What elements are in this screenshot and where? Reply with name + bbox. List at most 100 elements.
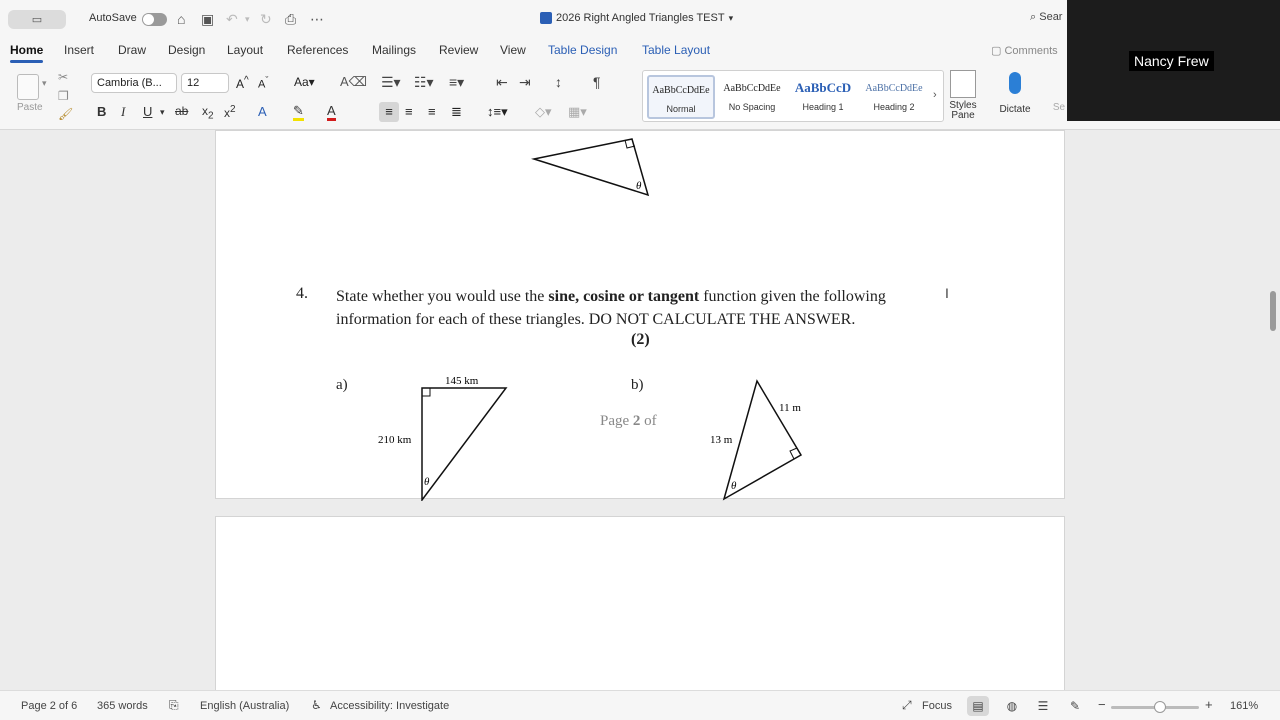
document-workspace[interactable]: θ 4. State whether you would use the sin… <box>0 130 1280 690</box>
tab-insert[interactable]: Insert <box>64 43 94 57</box>
copy-icon[interactable]: ❐ <box>58 89 69 103</box>
line-spacing-icon[interactable]: ↕≡▾ <box>487 104 508 120</box>
proofing-icon[interactable]: ⎘ <box>169 698 179 713</box>
save-icon[interactable]: ▣ <box>201 10 214 28</box>
print-layout-icon[interactable]: ▤ <box>967 696 989 716</box>
strikethrough-icon[interactable]: ab <box>175 104 188 118</box>
right-angle-marker <box>422 388 431 397</box>
autosave-toggle[interactable] <box>142 13 167 26</box>
tab-table-layout[interactable]: Table Layout <box>642 43 710 57</box>
styles-gallery: AaBbCcDdEe Normal AaBbCcDdEe No Spacing … <box>642 70 944 122</box>
paste-dropdown-icon[interactable]: ▾ <box>42 78 47 89</box>
zoom-level[interactable]: 161% <box>1230 700 1258 712</box>
home-icon[interactable]: ⌂ <box>177 10 185 28</box>
comments-button[interactable]: ▢ Comments <box>991 44 1058 57</box>
undo-icon[interactable]: ↶ <box>226 10 238 28</box>
style-heading-1[interactable]: AaBbCcD Heading 1 <box>789 75 857 119</box>
font-color-icon[interactable]: A <box>327 104 336 121</box>
redo-icon[interactable]: ↻ <box>260 10 272 28</box>
format-painter-icon[interactable]: 🖌 <box>58 107 73 121</box>
focus-icon: ⤢ <box>902 698 912 712</box>
paste-icon[interactable] <box>17 74 39 100</box>
tab-mailings[interactable]: Mailings <box>372 43 416 57</box>
print-icon[interactable]: ⎙ <box>285 10 296 28</box>
document-page[interactable]: θ 4. State whether you would use the sin… <box>215 130 1065 501</box>
style-no-spacing[interactable]: AaBbCcDdEe No Spacing <box>718 75 786 119</box>
tab-layout[interactable]: Layout <box>227 43 263 57</box>
search-icon: ⌕ <box>1030 11 1037 23</box>
triangle-figure-a: 145 km 210 km θ <box>378 375 508 501</box>
dictate-button[interactable]: Dictate <box>996 70 1034 115</box>
document-page-next[interactable] <box>215 516 1065 690</box>
underline-icon[interactable]: U <box>143 104 152 119</box>
bold-icon[interactable]: B <box>97 104 106 119</box>
tab-draw[interactable]: Draw <box>118 43 146 57</box>
sort-icon[interactable]: ↕ <box>555 74 562 90</box>
tab-review[interactable]: Review <box>439 43 478 57</box>
styles-pane-label: Styles Pane <box>949 100 977 121</box>
zoom-slider-thumb[interactable] <box>1154 701 1166 713</box>
style-name: Heading 1 <box>802 102 844 112</box>
outline-view-icon[interactable]: ☰ <box>1032 696 1054 716</box>
styles-pane-button[interactable]: Styles Pane <box>946 70 980 121</box>
justify-icon[interactable]: ≣ <box>451 104 462 120</box>
document-title[interactable]: 2026 Right Angled Triangles TEST ▾ <box>540 12 733 24</box>
align-center-icon[interactable]: ≡ <box>405 104 413 119</box>
focus-button[interactable]: Focus <box>922 700 952 712</box>
word-count[interactable]: 365 words <box>97 700 148 712</box>
draft-view-icon[interactable]: ✎ <box>1064 696 1086 716</box>
page-count[interactable]: Page 2 of 6 <box>21 700 77 712</box>
style-heading-2[interactable]: AaBbCcDdEe Heading 2 <box>860 75 928 119</box>
numbering-icon[interactable]: ☷▾ <box>414 74 434 91</box>
change-case-icon[interactable]: Aa▾ <box>294 75 315 89</box>
subscript-icon[interactable]: x2 <box>202 104 214 121</box>
align-left-icon[interactable]: ≡ <box>379 102 399 122</box>
search-box[interactable]: ⌕ Sear <box>1030 11 1062 24</box>
tab-references[interactable]: References <box>287 43 348 57</box>
language[interactable]: English (Australia) <box>200 700 289 712</box>
increase-indent-icon[interactable]: ⇥ <box>519 74 531 91</box>
tab-design[interactable]: Design <box>168 43 205 57</box>
undo-dropdown-icon[interactable]: ▾ <box>245 10 250 28</box>
triangle-a-side-label: 210 km <box>378 434 412 446</box>
highlight-icon[interactable]: ✎ <box>293 104 304 121</box>
accessibility-status[interactable]: Accessibility: Investigate <box>330 700 449 712</box>
tab-home[interactable]: Home <box>10 43 44 63</box>
zoom-in-icon[interactable]: + <box>1205 697 1213 712</box>
zoom-out-icon[interactable]: − <box>1098 697 1106 712</box>
decrease-indent-icon[interactable]: ⇤ <box>496 74 508 91</box>
font-size-select[interactable]: 12 <box>181 73 229 93</box>
tab-table-design[interactable]: Table Design <box>548 43 617 57</box>
chevron-right-icon[interactable]: › <box>933 89 937 101</box>
style-normal[interactable]: AaBbCcDdEe Normal <box>647 75 715 119</box>
italic-icon[interactable]: I <box>121 104 125 120</box>
multilevel-list-icon[interactable]: ≡▾ <box>449 74 464 91</box>
show-formatting-icon[interactable]: ¶ <box>593 74 601 90</box>
shading-icon[interactable]: ◇▾ <box>535 104 552 120</box>
cut-icon[interactable]: ✂ <box>58 70 68 84</box>
grow-font-icon[interactable]: A^ <box>236 75 249 91</box>
font-name-select[interactable]: Cambria (B... <box>91 73 177 93</box>
more-icon[interactable]: ⋯ <box>310 10 324 28</box>
underline-dropdown-icon[interactable]: ▾ <box>160 107 165 118</box>
sidebar-icon: ▭ <box>31 14 43 26</box>
web-layout-icon[interactable]: ◍ <box>1001 696 1023 716</box>
autosave-label: AutoSave <box>89 12 137 24</box>
text-effects-icon[interactable]: A <box>258 104 267 119</box>
align-right-icon[interactable]: ≡ <box>428 104 436 119</box>
font-size-value: 12 <box>187 77 200 89</box>
sensitivity-button[interactable]: Se <box>1052 70 1066 113</box>
tab-view[interactable]: View <box>500 43 526 57</box>
borders-icon[interactable]: ▦▾ <box>568 104 587 120</box>
bullets-icon[interactable]: ☰▾ <box>381 74 401 91</box>
clear-formatting-icon[interactable]: A⌫ <box>340 74 367 90</box>
dictate-label: Dictate <box>999 104 1031 115</box>
triangle-figure-b: 11 m 13 m θ <box>710 379 803 501</box>
style-name: Normal <box>666 104 696 114</box>
vertical-scrollbar[interactable] <box>1270 291 1276 331</box>
shrink-font-icon[interactable]: Aˇ <box>258 75 268 91</box>
styles-pane-icon <box>950 70 976 98</box>
style-name: No Spacing <box>728 102 776 112</box>
superscript-icon[interactable]: x2 <box>224 104 236 120</box>
sidebar-toggle-button[interactable]: ▭ <box>8 10 66 29</box>
